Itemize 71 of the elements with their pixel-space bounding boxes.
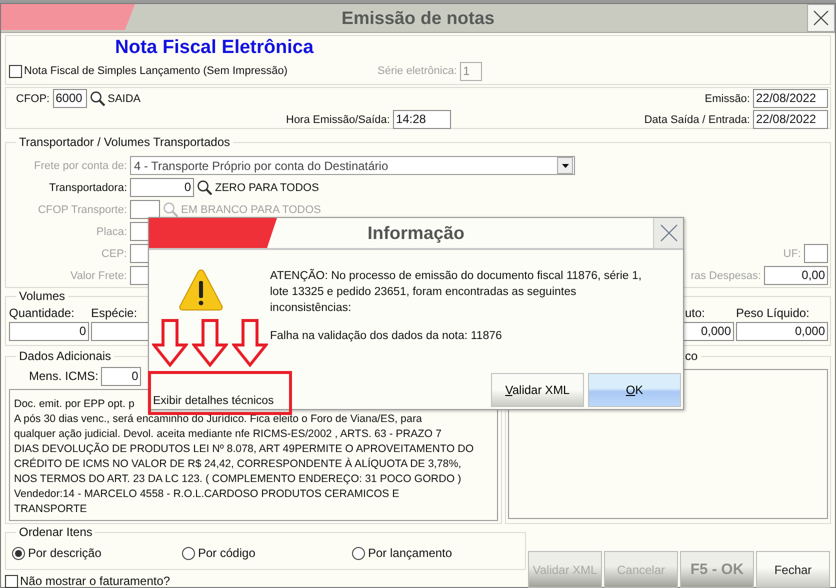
search-icon[interactable]: [197, 180, 212, 195]
cfop-description: SAIDA: [108, 92, 141, 104]
notes-text-line: DIAS DEVOLUÇÃO DE PRODUTOS LEI Nº 8.078, ART 49PERMITE O APROVEITAMENTO DO: [14, 442, 474, 457]
group-label: Ordenar Itens: [16, 526, 96, 539]
input-field[interactable]: 0: [130, 178, 194, 197]
group-label: Transportador / Volumes Transportados: [16, 136, 233, 149]
field-label: uto:: [684, 306, 706, 320]
validate-button[interactable]: Validar XML: [491, 373, 584, 407]
radio-button[interactable]: [182, 546, 195, 560]
field-label: Espécie:: [91, 306, 138, 320]
close-button[interactable]: [653, 218, 683, 248]
field-label: Hora Emissão/Saída:: [286, 114, 390, 126]
form-heading: Nota Fiscal Eletrônica: [115, 36, 315, 60]
input-field[interactable]: [804, 244, 828, 263]
arrow-annotation: [232, 319, 268, 367]
close-icon[interactable]: [813, 10, 829, 26]
error-message: Falha na validação dos dados da nota: 11876: [270, 330, 503, 342]
hint-text: ZERO PARA TODOS: [215, 182, 319, 194]
field-label: Peso Líquido:: [736, 306, 810, 320]
radio-label: Por descrição: [28, 546, 102, 560]
field-label: Quantidade:: [9, 306, 76, 320]
field-label: Valor Frete:: [69, 270, 127, 282]
notes-text-line: NOS TERMOS DO ART. 23 DA LC 123. ( COMPLEMENTO ENDEREÇO: 31 POCO GORDO ): [14, 472, 462, 487]
arrow-annotation: [152, 319, 188, 367]
window-title: Emissão de notas: [341, 8, 495, 28]
input-field[interactable]: 0: [101, 366, 142, 386]
checkbox-label: Não mostrar o faturamento?: [20, 574, 170, 588]
dialog-title: Informação: [367, 222, 465, 244]
field-label: ras Despesas:: [690, 270, 761, 282]
field-label: CFOP Transporte:: [36, 204, 127, 216]
field-label: Transportadora:: [48, 182, 127, 194]
input-field[interactable]: 0: [9, 322, 89, 341]
input-field[interactable]: 22/08/2022: [753, 89, 828, 108]
radio-label: Por código: [198, 546, 256, 560]
input-field[interactable]: [130, 200, 160, 219]
input-field[interactable]: 6000: [52, 89, 87, 108]
field-label: Data Saída / Entrada:: [644, 114, 750, 126]
hint-text: EM BRANCO PARA TODOS: [181, 204, 321, 216]
action-button[interactable]: Fechar: [756, 551, 830, 588]
notes-text-line: CRÉDITO DE ICMS NO VALOR DE R$ 24,42, CORRESPONDENTE À ALÍQUOTA DE 3,78%,: [14, 457, 462, 472]
field-label: Emissão:: [704, 92, 750, 104]
radio-button[interactable]: [12, 546, 25, 560]
checkbox-label: Nota Fiscal de Simples Lançamento (Sem Impressão): [24, 65, 288, 77]
group-label: Volumes: [16, 290, 68, 303]
notes-text-line: TRANSPORTE: [14, 502, 87, 517]
input-field[interactable]: 22/08/2022: [753, 110, 828, 129]
checkbox[interactable]: [5, 574, 18, 588]
search-icon[interactable]: [90, 91, 105, 106]
input-field[interactable]: 0,000: [736, 322, 828, 341]
field-label: Série eletrônica:: [378, 65, 457, 77]
notes-text-line: Doc. emit. por EPP opt. p: [14, 397, 134, 412]
field-label: UF:: [783, 248, 801, 260]
close-button[interactable]: [807, 4, 835, 32]
radio-button[interactable]: [352, 546, 365, 560]
warning-icon: [178, 268, 224, 312]
details-link[interactable]: Exibir detalhes técnicos: [153, 395, 274, 407]
notes-text-line: qualquer ação judicial. Devol. aceita mediante nfe RICMS-ES/2002 , ARTS. 63 - PRAZO 7: [14, 427, 442, 442]
arrow-annotation: [192, 319, 228, 367]
field-label: CFOP:: [16, 92, 50, 104]
field-label: Mens. ICMS:: [29, 369, 98, 383]
field-label: Placa:: [95, 226, 127, 238]
input-field[interactable]: [91, 322, 151, 341]
group-label: Dados Adicionais: [16, 350, 114, 363]
radio-label: Por lançamento: [368, 546, 452, 560]
ok-button[interactable]: OK: [588, 373, 681, 407]
field-label: Frete por conta de:: [33, 160, 127, 172]
checkbox[interactable]: [9, 64, 22, 78]
input-field[interactable]: 14:28: [392, 110, 451, 129]
notes-text-line: Vendedor:14 - MARCELO 4558 - R.O.L.CARDOSO PRODUTOS CERAMICOS E: [14, 487, 400, 502]
dialog-message: ATENÇÃO: No processo de emissão do documento fiscal 11876, série 1, lote 13325 e pedido 23651, foram encontradas as seguintes inconsistências:: [270, 268, 642, 316]
field-label: CEP:: [100, 248, 127, 260]
